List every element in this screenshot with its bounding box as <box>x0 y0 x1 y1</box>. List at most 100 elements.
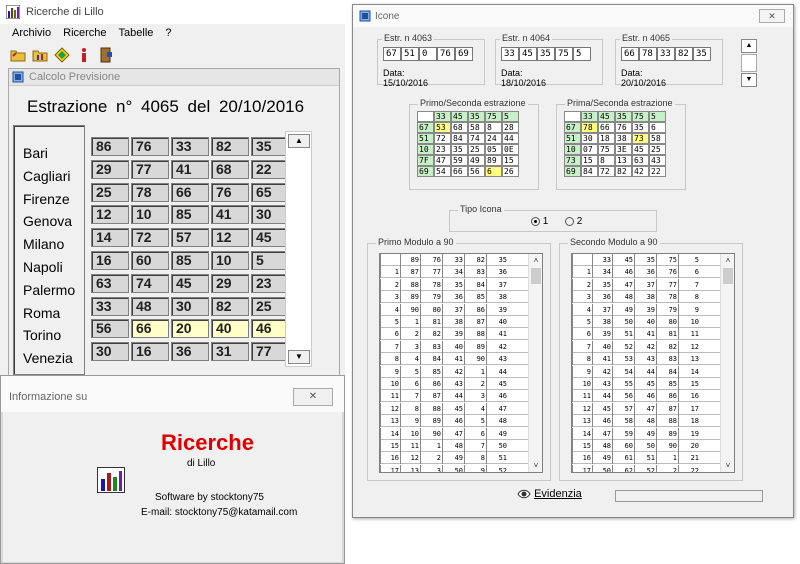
list-row[interactable]: 3 89 79 36 85 38 <box>380 291 542 304</box>
grid-cell: 72 <box>434 133 451 144</box>
spin-up-button[interactable]: ▲ <box>741 39 757 53</box>
list-row[interactable]: 12 45 57 47 87 17 <box>572 402 734 415</box>
list-row[interactable]: 12 8 88 45 4 47 <box>380 402 542 415</box>
list-cell: 88 <box>400 278 420 291</box>
spin-down-button[interactable]: ▼ <box>741 73 757 87</box>
info-icon[interactable] <box>76 47 92 63</box>
list-row[interactable]: 15 48 60 50 90 20 <box>572 440 734 452</box>
evidenzia-button[interactable]: Evidenzia <box>517 488 582 500</box>
list-cell: 2 <box>572 278 592 291</box>
list-row[interactable]: 17 50 62 52 2 22 <box>572 464 734 472</box>
grid-cell: 75 <box>598 144 615 155</box>
list-cell: 2 <box>380 278 400 291</box>
list1[interactable]: 89 76 33 82 35 1 87 77 34 83 36 2 88 78 35 84 37 3 89 79 36 8… <box>379 253 543 473</box>
grid-cell: 33 <box>581 111 598 122</box>
open-folder-icon[interactable] <box>10 47 26 63</box>
list-row[interactable]: 89 76 33 82 35 <box>380 254 542 266</box>
list-cell: 45 <box>592 402 612 415</box>
list-scrollbar[interactable]: ˄ ˅ <box>720 254 734 472</box>
diamond-icon[interactable] <box>54 47 70 63</box>
app-chart-logo-icon <box>97 467 125 493</box>
list-scrollbar[interactable]: ˄ ˅ <box>528 254 542 472</box>
list-cell: 86 <box>656 390 678 403</box>
list-scroll-up-icon[interactable]: ˄ <box>721 254 734 268</box>
menu-ricerche[interactable]: Ricerche <box>63 27 106 39</box>
menu-archivio[interactable]: Archivio <box>12 27 51 39</box>
list-scroll-thumb[interactable] <box>531 268 541 284</box>
info-email: E-mail: stocktony75@katamail.com <box>141 507 298 518</box>
list-row[interactable]: 15 11 1 48 7 50 <box>380 440 542 452</box>
list-cell: 89 <box>464 340 486 353</box>
list-row[interactable]: 4 90 80 37 86 39 <box>380 303 542 316</box>
list-row[interactable]: 1 34 46 36 76 6 <box>572 266 734 279</box>
grid-cell: 74 <box>468 133 485 144</box>
list-row[interactable]: 13 9 89 46 5 48 <box>380 415 542 428</box>
list-row[interactable]: 2 88 78 35 84 37 <box>380 278 542 291</box>
tipo-radio-1[interactable]: 1 <box>531 216 548 227</box>
city-label: Firenze <box>23 190 70 207</box>
spin-middle[interactable] <box>741 54 757 72</box>
chart-folder-icon[interactable] <box>32 47 48 63</box>
list-cell: 46 <box>486 390 508 403</box>
list-row[interactable]: 3 36 48 38 78 8 <box>572 291 734 304</box>
list-row[interactable]: 13 46 58 48 88 18 <box>572 415 734 428</box>
grid-cell: 47 <box>434 155 451 166</box>
city-label: Genova <box>23 213 73 230</box>
list-cell: 49 <box>486 427 508 440</box>
list-row[interactable]: 11 7 87 44 3 46 <box>380 390 542 403</box>
scroll-up-button[interactable]: ▲ <box>288 134 310 148</box>
list-row[interactable]: 14 47 59 49 89 19 <box>572 427 734 440</box>
evidenzia-icon <box>517 489 531 499</box>
list-row[interactable]: 9 5 85 42 1 44 <box>380 365 542 378</box>
list-row[interactable]: 14 10 90 47 6 49 <box>380 427 542 440</box>
estrazione-number: 67 <box>383 47 401 61</box>
number-cell: 85 <box>171 251 209 270</box>
list-row[interactable]: 7 3 83 40 89 42 <box>380 340 542 353</box>
list-cell: 55 <box>612 378 634 390</box>
list-cell: 48 <box>634 415 656 428</box>
grid-cell: 53 <box>434 122 451 133</box>
list-cell: 43 <box>592 378 612 390</box>
grid-cell: 45 <box>632 144 649 155</box>
list-row[interactable]: 10 6 86 43 2 45 <box>380 378 542 390</box>
list-row[interactable]: 4 37 49 39 79 9 <box>572 303 734 316</box>
list-row[interactable]: 7 40 52 42 82 12 <box>572 340 734 353</box>
list-row[interactable]: 8 41 53 43 83 13 <box>572 353 734 366</box>
icone-close-button[interactable]: ✕ <box>759 9 785 23</box>
list-cell: 7 <box>678 278 700 291</box>
list-row[interactable]: 6 39 51 41 81 11 <box>572 328 734 341</box>
list-row[interactable]: 1 87 77 34 83 36 <box>380 266 542 279</box>
list-row[interactable]: 5 38 50 40 80 10 <box>572 316 734 328</box>
list-row[interactable]: 16 49 61 51 1 21 <box>572 452 734 465</box>
grid-cell: 6 <box>649 122 666 133</box>
list-row[interactable]: 5 1 81 38 87 40 <box>380 316 542 328</box>
scroll-down-button[interactable]: ▼ <box>288 350 310 364</box>
info-close-button[interactable]: ✕ <box>293 388 333 406</box>
list-scroll-thumb[interactable] <box>723 268 733 284</box>
list-row[interactable]: 2 35 47 37 77 7 <box>572 278 734 291</box>
list-row[interactable]: 8 4 84 41 90 43 <box>380 353 542 366</box>
list-row[interactable]: 33 45 35 75 5 <box>572 254 734 266</box>
calcolo-scrollbar[interactable]: ▲ ▼ <box>285 131 312 367</box>
list-cell: 13 <box>678 353 700 366</box>
list-scroll-down-icon[interactable]: ˅ <box>529 459 542 472</box>
list-row[interactable]: 10 43 55 45 85 15 <box>572 378 734 390</box>
menu-tabelle[interactable]: Tabelle <box>119 27 154 39</box>
list2[interactable]: 33 45 35 75 5 1 34 46 36 76 6 2 35 47 37 77 7 3 36 48 38 78 8 4… <box>571 253 735 473</box>
tipo-radio-2[interactable]: 2 <box>565 216 582 227</box>
list-cell: 2 <box>400 328 420 341</box>
estrazione-date: Data: 20/10/2016 <box>621 68 667 88</box>
info-dialog: Informazione su ✕ Ricerche di Lillo Soft… <box>0 375 345 564</box>
list-row[interactable]: 17 13 3 50 9 52 <box>380 464 542 472</box>
list-row[interactable]: 11 44 56 46 86 16 <box>572 390 734 403</box>
number-cell: 20 <box>171 319 209 339</box>
list-cell: 76 <box>420 254 442 266</box>
list-cell: 33 <box>442 254 464 266</box>
exit-door-icon[interactable] <box>98 47 114 63</box>
list-scroll-down-icon[interactable]: ˅ <box>721 459 734 472</box>
list-row[interactable]: 9 42 54 44 84 14 <box>572 365 734 378</box>
list-row[interactable]: 16 12 2 49 8 51 <box>380 452 542 465</box>
list-row[interactable]: 6 2 82 39 88 41 <box>380 328 542 341</box>
list-scroll-up-icon[interactable]: ˄ <box>529 254 542 268</box>
menu-help[interactable]: ? <box>165 27 171 39</box>
